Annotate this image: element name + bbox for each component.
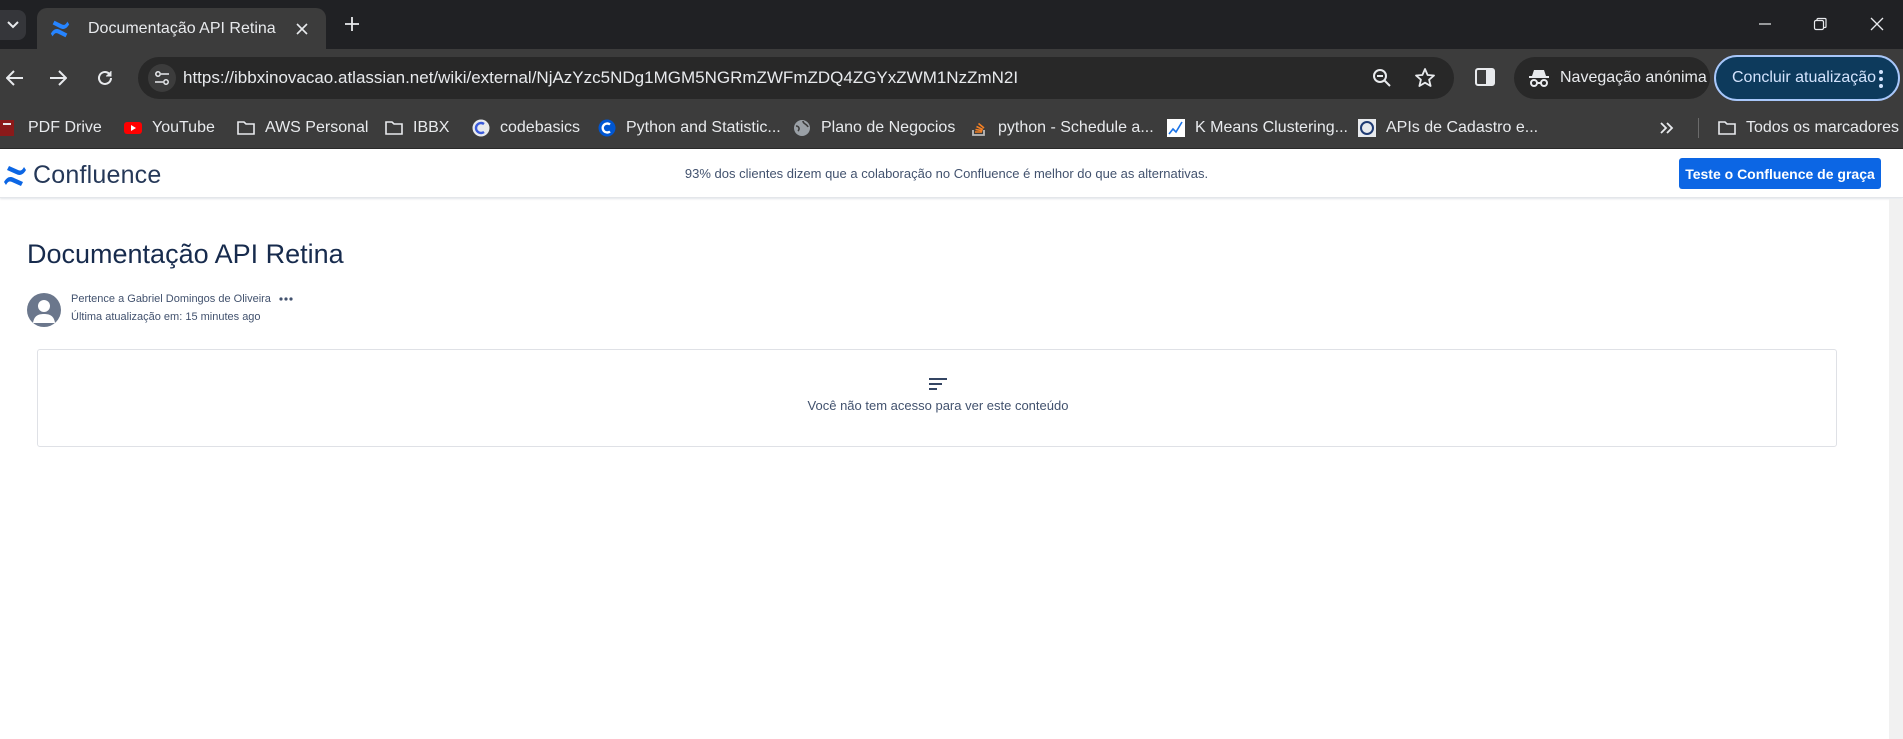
bookmark-label: Plano de Negocios xyxy=(821,119,956,136)
site-icon xyxy=(1358,119,1376,137)
browser-chrome: Documentação API Retina https://ibbxinov… xyxy=(0,0,1903,149)
url-text: https://ibbxinovacao.atlassian.net/wiki/… xyxy=(183,68,1019,87)
zoom-icon[interactable] xyxy=(1370,66,1394,90)
bookmark-item[interactable]: AWS Personal xyxy=(237,116,368,140)
tab-title: Documentação API Retina xyxy=(88,19,276,37)
all-bookmarks-label: Todos os marcadores xyxy=(1746,119,1899,136)
bookmark-label: python - Schedule a... xyxy=(998,119,1154,136)
chart-icon xyxy=(1167,119,1185,137)
bookmark-label: APIs de Cadastro e... xyxy=(1386,119,1539,136)
minimize-icon[interactable] xyxy=(1753,12,1777,36)
bookmark-item[interactable]: APIs de Cadastro e... xyxy=(1358,116,1538,140)
bookmark-item[interactable]: Python and Statistic... xyxy=(598,116,781,140)
bookmark-item[interactable]: Plano de Negocios xyxy=(793,116,955,140)
update-label: Concluir atualização xyxy=(1732,69,1877,86)
youtube-icon xyxy=(124,122,142,134)
more-actions-icon[interactable] xyxy=(279,296,293,302)
coursera-icon xyxy=(598,119,616,137)
stackoverflow-icon xyxy=(972,122,985,136)
bookmark-star-icon[interactable] xyxy=(1413,66,1437,90)
bookmark-label: K Means Clustering... xyxy=(1195,119,1348,136)
bookmark-label: IBBX xyxy=(413,119,450,136)
owner-text: Pertence a Gabriel Domingos de Oliveira xyxy=(71,293,271,305)
site-settings-icon[interactable] xyxy=(148,64,176,92)
folder-icon xyxy=(237,121,255,135)
confluence-page: Confluence 93% dos clientes dizem que a … xyxy=(0,149,1903,739)
address-bar[interactable]: https://ibbxinovacao.atlassian.net/wiki/… xyxy=(138,57,1454,99)
bookmark-item[interactable]: python - Schedule a... xyxy=(970,116,1154,140)
incognito-label: Navegação anónima xyxy=(1560,69,1707,86)
bookmark-label: Python and Statistic... xyxy=(626,119,781,136)
bookmark-label: codebasics xyxy=(500,119,581,136)
page-scrollbar[interactable] xyxy=(1889,199,1903,739)
globe-icon xyxy=(794,120,810,136)
bookmark-item[interactable]: K Means Clustering... xyxy=(1167,116,1348,140)
bookmark-label: AWS Personal xyxy=(265,119,369,136)
folder-icon xyxy=(385,121,403,135)
incognito-icon xyxy=(1529,70,1549,87)
codebasics-icon xyxy=(472,119,490,137)
last-updated-text: Última atualização em: 15 minutes ago xyxy=(71,311,261,323)
try-confluence-button[interactable]: Teste o Confluence de graça xyxy=(1679,158,1881,189)
incognito-indicator[interactable]: Navegação anónima xyxy=(1514,57,1710,99)
browser-toolbar: https://ibbxinovacao.atlassian.net/wiki/… xyxy=(0,49,1903,106)
user-icon xyxy=(33,300,55,323)
finish-update-button[interactable]: Concluir atualização xyxy=(1714,55,1900,101)
bookmark-label: PDF Drive xyxy=(28,119,102,136)
avatar[interactable] xyxy=(27,293,61,327)
tab-search-button[interactable] xyxy=(0,10,26,40)
page-meta: Pertence a Gabriel Domingos de Oliveira … xyxy=(71,293,293,327)
promo-text: 93% dos clientes dizem que a colaboração… xyxy=(684,166,1209,181)
tab-strip: Documentação API Retina xyxy=(0,0,1903,49)
bookmark-item[interactable]: IBBX xyxy=(385,116,449,140)
no-access-panel: Você não tem acesso para ver este conteú… xyxy=(37,349,1837,447)
promo-banner: 93% dos clientes dizem que a colaboração… xyxy=(0,166,1903,181)
reload-icon[interactable] xyxy=(92,65,118,91)
new-tab-icon[interactable] xyxy=(340,12,364,36)
confluence-favicon-icon xyxy=(50,20,70,37)
restore-icon[interactable] xyxy=(1808,12,1832,36)
owner-row: Pertence a Gabriel Domingos de Oliveira xyxy=(71,293,293,305)
chevron-down-icon xyxy=(7,21,19,29)
pdf-icon xyxy=(0,120,14,136)
bookmarks-divider xyxy=(1698,118,1699,138)
bookmark-item[interactable]: PDF Drive xyxy=(0,116,102,140)
bookmarks-bar: PDF Drive YouTube AWS Personal IBBX code… xyxy=(0,106,1903,149)
byline: Pertence a Gabriel Domingos de Oliveira … xyxy=(27,293,293,327)
confluence-topbar: Confluence 93% dos clientes dizem que a … xyxy=(0,149,1903,198)
more-bookmarks-icon[interactable] xyxy=(1659,116,1675,140)
menu-kebab-icon[interactable] xyxy=(1878,69,1884,89)
forward-icon[interactable] xyxy=(45,65,71,91)
side-panel-icon[interactable] xyxy=(1474,66,1496,88)
close-window-icon[interactable] xyxy=(1865,12,1889,36)
bookmark-item[interactable]: codebasics xyxy=(472,116,580,140)
tab-active[interactable]: Documentação API Retina xyxy=(37,8,326,49)
restricted-content-icon xyxy=(929,378,947,390)
no-access-message: Você não tem acesso para ver este conteú… xyxy=(807,398,1069,413)
page-title: Documentação API Retina xyxy=(27,239,344,269)
back-icon[interactable] xyxy=(2,65,28,91)
folder-icon xyxy=(1718,121,1736,135)
bookmark-label: YouTube xyxy=(152,119,215,136)
tab-close-icon[interactable] xyxy=(290,17,314,41)
bookmark-item[interactable]: YouTube xyxy=(124,116,215,140)
all-bookmarks-folder[interactable]: Todos os marcadores xyxy=(1718,116,1899,140)
